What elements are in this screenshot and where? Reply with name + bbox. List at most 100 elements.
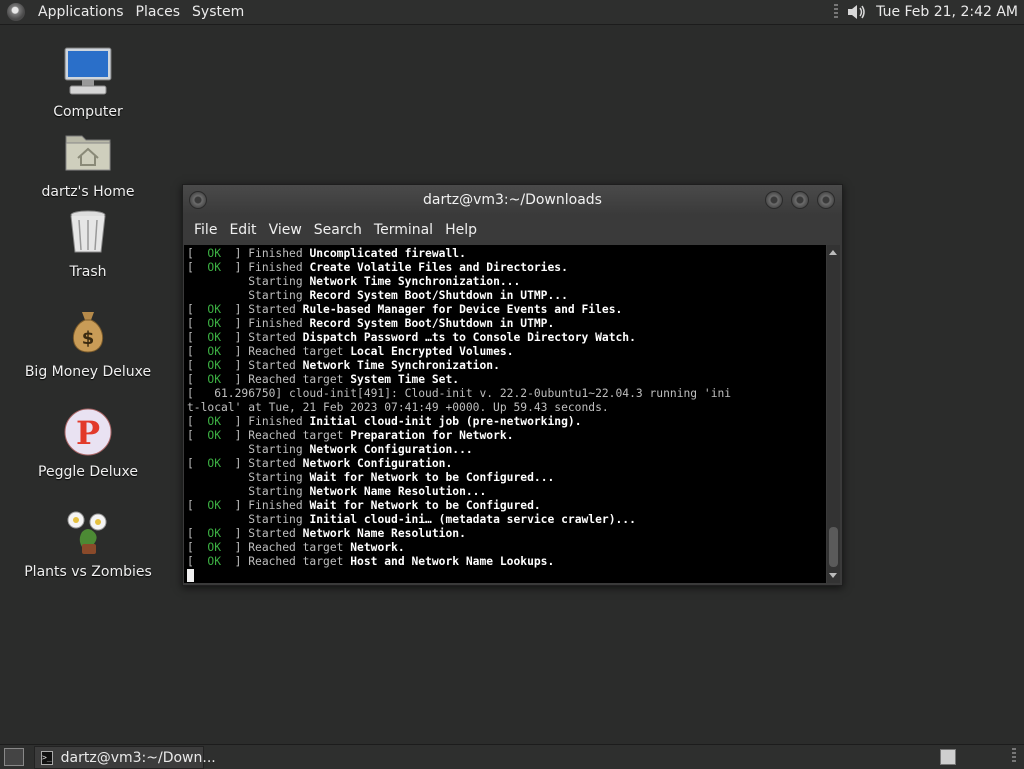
terminal-text: [ bbox=[187, 373, 208, 386]
terminal-text: Starting bbox=[187, 443, 310, 456]
terminal-text: . bbox=[547, 317, 555, 330]
terminal-line: Starting Network Time Synchronization... bbox=[187, 275, 826, 289]
volume-icon[interactable] bbox=[846, 2, 868, 22]
taskbar-terminal-button[interactable]: >_ dartz@vm3:~/Down... bbox=[34, 746, 216, 769]
terminal-text: [ bbox=[187, 359, 208, 372]
menu-terminal[interactable]: Terminal bbox=[374, 222, 433, 238]
menu-search[interactable]: Search bbox=[314, 222, 362, 238]
terminal-text: Network Time Synchronization bbox=[309, 275, 500, 288]
terminal-text: Uncomplicated firewall bbox=[309, 247, 460, 260]
desktop-icon-label: Trash bbox=[69, 264, 107, 280]
terminal-text: ] Started bbox=[221, 303, 303, 316]
terminal-text: Starting bbox=[187, 485, 310, 498]
terminal-line: t-local' at Tue, 21 Feb 2023 07:41:49 +0… bbox=[187, 401, 826, 415]
maximize-icon[interactable] bbox=[791, 191, 809, 209]
status-ok: OK bbox=[207, 555, 222, 568]
terminal-text: ] Reached target bbox=[221, 555, 351, 568]
workspace-switcher[interactable] bbox=[940, 749, 956, 765]
scroll-up-icon[interactable] bbox=[829, 250, 837, 255]
terminal-text: [ 61.296750] cloud-init[491]: Cloud-init… bbox=[187, 387, 732, 400]
terminal-icon: >_ bbox=[41, 750, 53, 765]
show-desktop-icon[interactable] bbox=[4, 748, 24, 766]
minimize-icon[interactable] bbox=[765, 191, 783, 209]
terminal-text: ] Reached target bbox=[221, 345, 351, 358]
menu-help[interactable]: Help bbox=[445, 222, 477, 238]
menu-applications[interactable]: Applications bbox=[32, 4, 130, 20]
status-ok: OK bbox=[207, 359, 222, 372]
terminal-text: . bbox=[506, 429, 514, 442]
home-folder-icon bbox=[65, 135, 111, 171]
terminal-text: ] Reached target bbox=[221, 429, 351, 442]
terminal-line: [ OK ] Finished Initial cloud-init job (… bbox=[187, 415, 826, 429]
window-titlebar[interactable]: dartz@vm3:~/Downloads bbox=[183, 185, 842, 215]
status-ok: OK bbox=[207, 303, 222, 316]
desktop-icon-label: Computer bbox=[53, 104, 123, 120]
terminal-text: [ bbox=[187, 457, 208, 470]
terminal-line: [ OK ] Reached target Preparation for Ne… bbox=[187, 429, 826, 443]
terminal-window[interactable]: dartz@vm3:~/Downloads File Edit View Sea… bbox=[182, 184, 843, 586]
menu-view[interactable]: View bbox=[269, 222, 302, 238]
scroll-thumb[interactable] bbox=[829, 527, 838, 567]
desktop-icon-big-money[interactable]: $ Big Money Deluxe bbox=[18, 306, 158, 380]
desktop-icon-label: Peggle Deluxe bbox=[38, 464, 138, 480]
desktop-icon-label: Big Money Deluxe bbox=[24, 364, 152, 380]
desktop-icon-home[interactable]: dartz's Home bbox=[18, 126, 158, 200]
terminal-text: Network Time Synchronization bbox=[302, 359, 494, 372]
terminal-text: t-local' at Tue, 21 Feb 2023 07:41:49 +0… bbox=[187, 401, 609, 414]
terminal-text: Record System Boot/Shutdown in UTMP bbox=[309, 289, 548, 302]
bottom-panel: >_ dartz@vm3:~/Down... bbox=[0, 744, 1024, 769]
terminal-text: Preparation for Network bbox=[350, 429, 507, 442]
panel-grip-icon[interactable] bbox=[834, 4, 839, 20]
terminal-text: Initial cloud-init job (pre-networking) bbox=[309, 415, 575, 428]
close-icon[interactable] bbox=[817, 191, 835, 209]
terminal-text: Wait for Network to be Configured bbox=[309, 471, 534, 484]
terminal-text: ] Started bbox=[221, 527, 303, 540]
desktop-icon-peggle[interactable]: P Peggle Deluxe bbox=[18, 406, 158, 480]
terminal-text: ... bbox=[533, 471, 555, 484]
terminal-text: . bbox=[629, 331, 636, 344]
terminal-line: Starting Network Configuration... bbox=[187, 443, 826, 457]
menu-edit[interactable]: Edit bbox=[229, 222, 256, 238]
terminal-text: Starting bbox=[187, 289, 310, 302]
clock[interactable]: Tue Feb 21, 2:42 AM bbox=[876, 4, 1018, 20]
terminal-text: . bbox=[561, 261, 568, 274]
terminal-text: [ bbox=[187, 499, 208, 512]
desktop-icon-trash[interactable]: Trash bbox=[18, 206, 158, 280]
status-ok: OK bbox=[207, 373, 222, 386]
taskbar-label: dartz@vm3:~/Down... bbox=[60, 749, 216, 766]
terminal-text: [ bbox=[187, 345, 208, 358]
terminal-line: [ OK ] Reached target Local Encrypted Vo… bbox=[187, 345, 826, 359]
distro-logo-icon[interactable] bbox=[7, 3, 25, 21]
terminal-text: . bbox=[459, 247, 466, 260]
menu-system[interactable]: System bbox=[186, 4, 250, 20]
terminal-line: [ OK ] Reached target Network. bbox=[187, 541, 826, 555]
top-panel-tray: Tue Feb 21, 2:42 AM bbox=[834, 0, 1018, 24]
scrollbar[interactable] bbox=[827, 245, 840, 583]
terminal-text: . bbox=[459, 527, 466, 540]
terminal-text: . bbox=[547, 555, 555, 568]
panel-grip-icon[interactable] bbox=[1012, 748, 1016, 764]
desktop-icon-pvz[interactable]: Plants vs Zombies bbox=[18, 506, 158, 580]
terminal-text: System Time Set bbox=[350, 373, 453, 386]
terminal-text: Create Volatile Files and Directories bbox=[309, 261, 562, 274]
terminal-text: [ bbox=[187, 247, 208, 260]
terminal-text: [ bbox=[187, 261, 208, 274]
terminal-text: . bbox=[615, 303, 623, 316]
terminal-menubar: File Edit View Search Terminal Help bbox=[183, 215, 842, 245]
status-ok: OK bbox=[207, 429, 222, 442]
terminal-output[interactable]: [ OK ] Finished Uncomplicated firewall.[… bbox=[184, 245, 826, 583]
terminal-line: Starting Initial cloud-ini… (metadata se… bbox=[187, 513, 826, 527]
terminal-line: [ 61.296750] cloud-init[491]: Cloud-init… bbox=[187, 387, 826, 401]
terminal-prompt-line bbox=[187, 569, 826, 583]
terminal-line: [ OK ] Started Dispatch Password …ts to … bbox=[187, 331, 826, 345]
desktop-icon-computer[interactable]: Computer bbox=[18, 46, 158, 120]
terminal-text: Network bbox=[350, 541, 398, 554]
menu-places[interactable]: Places bbox=[130, 4, 187, 20]
menu-file[interactable]: File bbox=[194, 222, 217, 238]
svg-text:P: P bbox=[76, 414, 100, 452]
terminal-text: [ bbox=[187, 429, 208, 442]
terminal-line: Starting Record System Boot/Shutdown in … bbox=[187, 289, 826, 303]
scroll-down-icon[interactable] bbox=[829, 573, 837, 578]
status-ok: OK bbox=[207, 457, 222, 470]
terminal-text: Network Name Resolution bbox=[309, 485, 466, 498]
